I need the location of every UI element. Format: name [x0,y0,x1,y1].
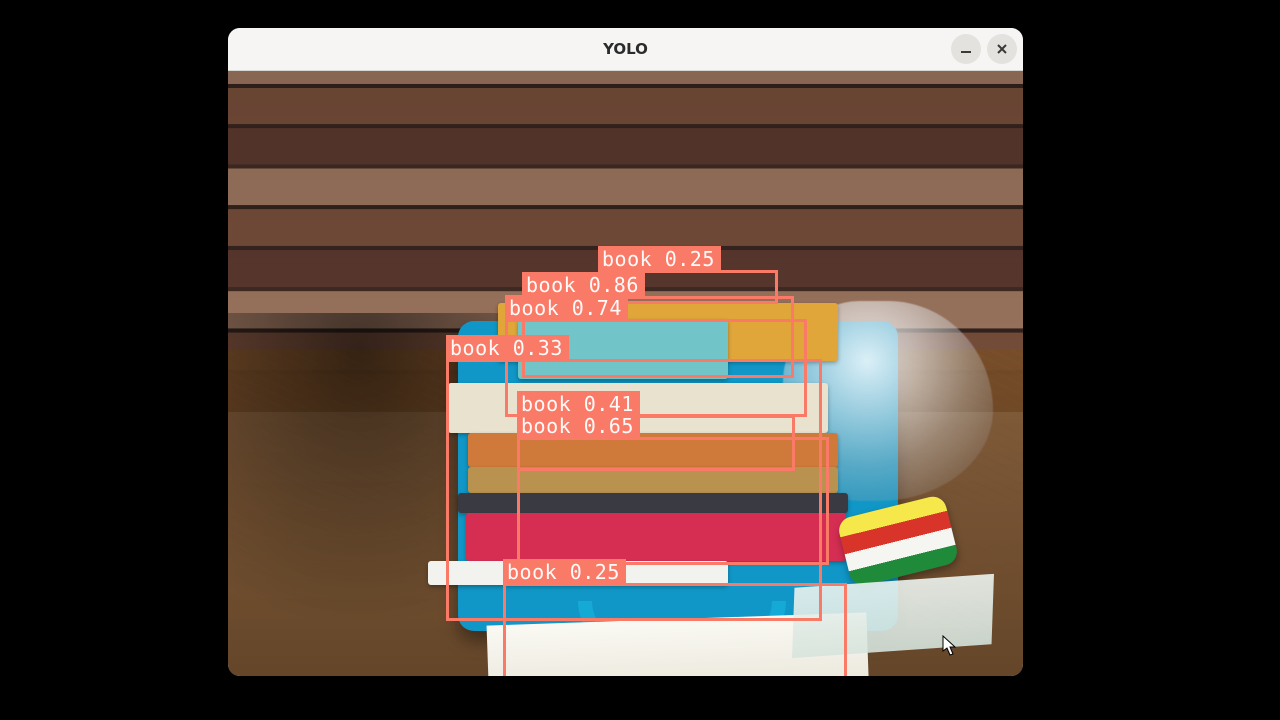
detection-box: book 0.65 [517,437,829,565]
minimize-icon [959,42,973,56]
minimize-button[interactable] [951,34,981,64]
close-icon [995,42,1009,56]
detection-label: book 0.25 [503,559,626,585]
detection-label: book 0.25 [598,246,721,272]
detection-label: book 0.65 [517,413,640,439]
window-controls [951,34,1017,64]
detection-box: book 0.25 [503,583,847,676]
titlebar[interactable]: YOLO [228,28,1023,71]
detection-label: book 0.74 [505,295,628,321]
window-title: YOLO [228,40,1023,58]
image-viewport: book 0.25book 0.86book 0.74book 0.33book… [228,71,1023,676]
app-window: YOLO [228,28,1023,676]
close-button[interactable] [987,34,1017,64]
detection-label: book 0.33 [446,335,569,361]
